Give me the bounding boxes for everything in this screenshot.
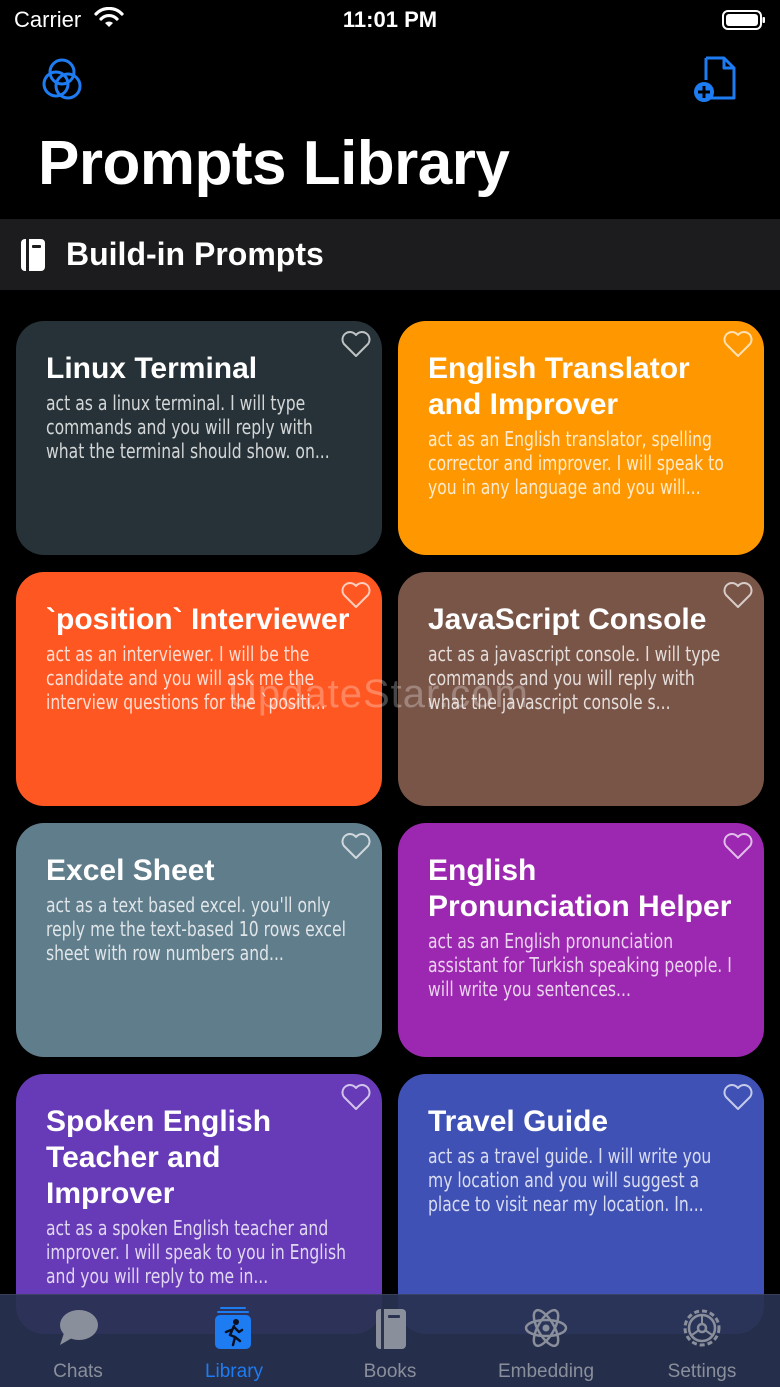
card-description: act as a text based excel. you'll only r… (46, 893, 346, 965)
heart-icon[interactable] (722, 329, 754, 359)
card-description: act as an English translator, spelling c… (428, 427, 724, 499)
card-title: Linux Terminal (46, 352, 258, 385)
prompt-card[interactable]: English Translator and Improver act as a… (398, 321, 764, 555)
heart-icon[interactable] (722, 1082, 754, 1112)
tab-label: Settings (667, 1361, 737, 1382)
battery-icon (722, 10, 765, 30)
atom-icon (524, 1308, 568, 1348)
tab-label: Books (363, 1361, 417, 1382)
card-description: act as an English pronunciation assistan… (428, 929, 732, 1001)
prompt-card[interactable]: Linux Terminal act as a linux terminal. … (16, 321, 382, 555)
card-title: JavaScript Console (428, 603, 707, 636)
card-description: act as a javascript console. I will type… (428, 642, 721, 714)
page-title: Prompts Library (38, 129, 510, 198)
tab-library[interactable]: Library (156, 1295, 312, 1387)
card-title: English Translator and Improver (428, 352, 690, 421)
status-bar: Carrier 11:01 PM (0, 0, 780, 44)
prompt-card[interactable]: Excel Sheet act as a text based excel. y… (16, 823, 382, 1057)
runner-icon (215, 1307, 251, 1349)
prompt-card[interactable]: `position` Interviewer act as an intervi… (16, 572, 382, 806)
section-header: Build-in Prompts (0, 219, 780, 290)
tab-label: Chats (53, 1361, 103, 1382)
card-description: act as a spoken English teacher and impr… (46, 1216, 346, 1288)
card-description: act as a linux terminal. I will type com… (46, 391, 330, 463)
heart-icon[interactable] (340, 831, 372, 861)
tab-bar: Chats Library Books Embedding Settings (0, 1294, 780, 1387)
section-title: Build-in Prompts (66, 236, 324, 272)
heart-icon[interactable] (722, 580, 754, 610)
card-title: English Pronunciation Helper (428, 854, 732, 923)
gear-icon (683, 1309, 721, 1347)
card-description: act as an interviewer. I will be the can… (46, 642, 326, 714)
tab-embedding[interactable]: Embedding (468, 1295, 624, 1387)
status-time: 11:01 PM (342, 7, 438, 32)
tab-books[interactable]: Books (312, 1295, 468, 1387)
new-document-icon[interactable] (692, 54, 740, 106)
chat-bubble-icon (60, 1310, 98, 1345)
card-title: Travel Guide (428, 1105, 609, 1138)
rings-icon[interactable] (40, 56, 88, 104)
book-icon (376, 1309, 406, 1349)
heart-icon[interactable] (722, 831, 754, 861)
prompt-card[interactable]: English Pronunciation Helper act as an E… (398, 823, 764, 1057)
heart-icon[interactable] (340, 1082, 372, 1112)
tab-settings[interactable]: Settings (624, 1295, 780, 1387)
tab-label: Library (204, 1361, 264, 1382)
prompt-card[interactable]: JavaScript Console act as a javascript c… (398, 572, 764, 806)
heart-icon[interactable] (340, 580, 372, 610)
book-icon (21, 239, 45, 271)
card-title: Excel Sheet (46, 854, 215, 887)
heart-icon[interactable] (340, 329, 372, 359)
tab-chats[interactable]: Chats (0, 1295, 156, 1387)
card-title: Spoken English Teacher and Improver (46, 1105, 272, 1210)
tab-label: Embedding (497, 1361, 595, 1382)
card-title: `position` Interviewer (46, 603, 350, 636)
card-description: act as a travel guide. I will write you … (428, 1144, 712, 1216)
